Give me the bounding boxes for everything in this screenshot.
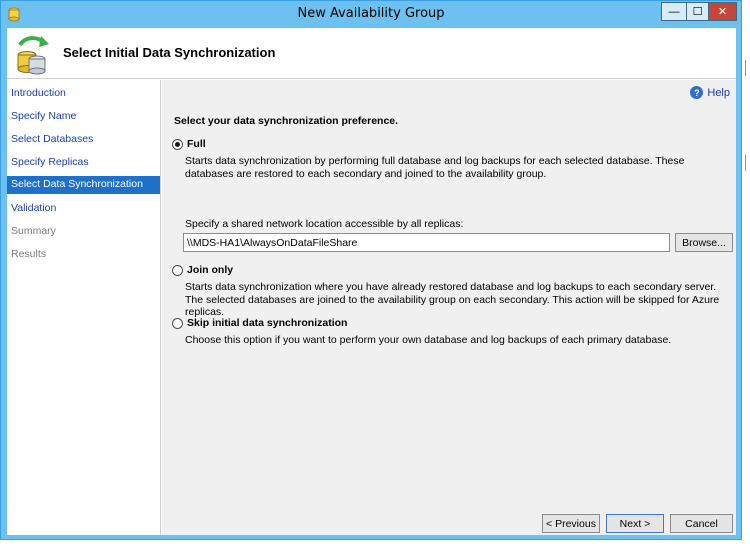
nav-item-specify-replicas[interactable]: Specify Replicas (7, 154, 160, 172)
nav-item-results: Results (11, 248, 47, 260)
join-only-option-label[interactable]: Join only (187, 264, 233, 276)
skip-sync-option-label[interactable]: Skip initial data synchronization (187, 317, 347, 329)
cancel-button[interactable]: Cancel (670, 514, 733, 533)
nav-item-select-databases[interactable]: Select Databases (7, 131, 160, 149)
skip-sync-option-description: Choose this option if you want to perfor… (185, 334, 672, 346)
full-option-description: Starts data synchronization by performin… (185, 155, 685, 180)
page-title: Select Initial Data Synchronization (63, 45, 276, 60)
help-icon: ? (690, 86, 704, 99)
full-option-label[interactable]: Full (187, 138, 206, 150)
wizard-content: ? Help Select your data synchronization … (162, 80, 736, 535)
nav-item-validation[interactable]: Validation (7, 200, 160, 218)
nav-item-summary: Summary (11, 225, 56, 237)
share-location-input[interactable] (183, 233, 670, 252)
background-edge (743, 0, 750, 547)
close-button[interactable]: ✕ (708, 2, 737, 21)
title-bar[interactable]: New Availability Group — ☐ ✕ (1, 1, 741, 28)
background-divider (745, 60, 746, 76)
nav-item-specify-name[interactable]: Specify Name (7, 108, 160, 126)
window-title: New Availability Group (297, 6, 445, 21)
previous-button[interactable]: < Previous (542, 514, 600, 533)
minimize-button[interactable]: — (661, 2, 686, 21)
next-button[interactable]: Next > (606, 514, 664, 533)
join-only-option-description: Starts data synchronization where you ha… (185, 281, 720, 318)
join-only-radio[interactable] (172, 265, 183, 276)
sync-preference-prompt: Select your data synchronization prefere… (174, 115, 399, 127)
browse-button[interactable]: Browse... (675, 233, 733, 252)
wizard-client-area: Select Initial Data Synchronization Intr… (7, 28, 736, 535)
help-label: Help (707, 86, 730, 99)
wizard-header: Select Initial Data Synchronization (7, 28, 736, 79)
nav-item-introduction[interactable]: Introduction (7, 85, 160, 103)
wizard-nav: Introduction Specify Name Select Databas… (7, 80, 161, 535)
help-link[interactable]: ? Help (690, 86, 730, 99)
full-radio[interactable] (172, 139, 183, 150)
skip-sync-radio[interactable] (172, 318, 183, 329)
database-sync-icon (17, 36, 49, 75)
maximize-button[interactable]: ☐ (686, 2, 708, 21)
nav-item-select-data-synchronization[interactable]: Select Data Synchronization (7, 176, 160, 194)
share-location-label: Specify a shared network location access… (185, 218, 464, 230)
wizard-window: New Availability Group — ☐ ✕ Select Init… (0, 0, 742, 540)
background-divider (745, 155, 746, 171)
